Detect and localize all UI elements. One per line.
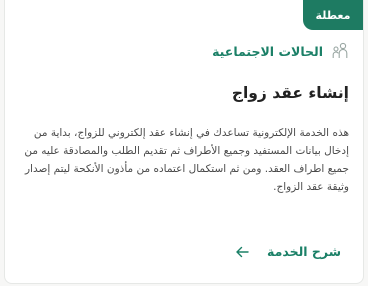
status-badge: معطلة xyxy=(303,0,363,30)
service-card[interactable]: معطلة الحالات الاجتماعية إنشاء عقد زواج … xyxy=(4,0,364,284)
category-label: الحالات الاجتماعية xyxy=(212,43,323,59)
service-explanation-link[interactable]: شرح الخدمة xyxy=(235,244,341,259)
people-icon xyxy=(332,42,348,58)
service-explanation-label: شرح الخدمة xyxy=(267,244,341,259)
arrow-left-icon xyxy=(236,246,249,257)
service-title: إنشاء عقد زواج xyxy=(231,84,349,102)
service-category: الحالات الاجتماعية xyxy=(212,42,349,60)
service-description: هذه الخدمة الإلكترونية تساعدك في إنشاء ع… xyxy=(24,127,349,193)
